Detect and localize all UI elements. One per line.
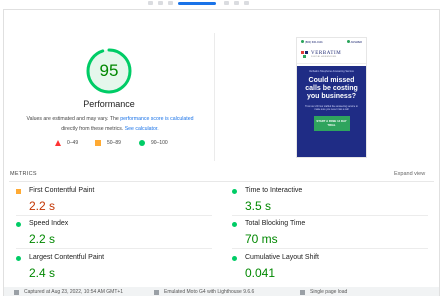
circle-icon [16,256,21,261]
metrics-heading: METRICS [10,171,37,177]
legend-range: 90–100 [151,140,168,146]
metric-value: 2.2 s [29,232,56,246]
metric-name: Cumulative Layout Shift [245,254,319,261]
metric-name: First Contentful Paint [29,187,95,194]
square-icon [95,140,101,146]
legend-fail: 0–49 [55,139,78,147]
legend-range: 50–89 [107,140,121,146]
tab-dot[interactable] [244,1,249,5]
square-icon [16,189,21,194]
tab-dot[interactable] [234,1,239,5]
performance-title: Performance [83,99,135,109]
score-note: Values are estimated and may vary. The p… [14,114,206,134]
run-info-footer: Captured at Aug 23, 2022, 10:54 AM GMT+1… [4,287,439,296]
hero-headline: Could missed calls be costing you busine… [305,77,358,101]
expand-view-toggle[interactable]: Expand view [394,171,425,177]
tab-dot[interactable] [168,1,173,5]
triangle-icon [55,140,61,146]
metric-divider [16,215,212,216]
metric-cumulative-layout-shift: Cumulative Layout Shift 0.041 [232,254,432,286]
clock-icon [300,289,305,295]
phone-icon [346,40,350,43]
device-icon [154,289,159,295]
metric-value: 70 ms [245,232,278,246]
note-text: Values are estimated and may vary. The [26,116,119,122]
metric-divider [232,248,428,249]
final-screenshot[interactable]: (800) 600-0101 ANSWER VERBATIM DIGITAL A… [297,38,366,157]
circle-icon [16,222,21,227]
metric-name: Largest Contentful Paint [29,254,105,261]
metric-value: 0.041 [245,266,276,280]
emulated-device: Emulated Moto G4 with Lighthouse 9.6.6 [154,289,254,295]
note-text: directly from these metrics. [61,126,124,132]
hero-body: Trust our 24 hour staffed live answering… [305,104,358,112]
metric-largest-contentful-paint: Largest Contentful Paint 2.4 s [16,254,216,286]
circle-icon [139,140,145,146]
circle-icon [232,222,237,227]
metric-name: Speed Index [29,220,69,227]
captured-at: Captured at Aug 23, 2022, 10:54 AM GMT+1 [14,289,123,295]
screenshot-logo: VERBATIM DIGITAL ANSWERING [297,46,366,64]
performance-gauge: 95 [85,47,133,95]
brand-tagline: DIGITAL ANSWERING [311,56,337,58]
circle-icon [232,189,237,194]
captured-at-text: Captured at Aug 23, 2022, 10:54 AM GMT+1 [24,289,124,295]
metric-value: 2.4 s [29,266,56,280]
tab-dot[interactable] [224,1,229,5]
legend-range: 0–49 [67,140,79,146]
emulated-device-text: Emulated Moto G4 with Lighthouse 9.6.6 [164,289,255,295]
vertical-divider [214,33,215,161]
performance-card [3,9,440,296]
metric-value: 2.2 s [29,199,56,213]
screenshot-topbar: (800) 600-0101 ANSWER [297,38,366,46]
screenshot-hero: Verbatim Telephone Answering Service Cou… [297,66,366,157]
tab-dot[interactable] [148,1,153,5]
score-calculation-link[interactable]: performance score is calculated [120,116,193,122]
logo-icon [301,51,308,58]
phone-number: (800) 600-0101 [301,40,323,44]
metrics-divider [9,181,434,182]
legend-average: 50–89 [95,139,121,147]
tab-dot[interactable] [158,1,163,5]
phone-icon [301,40,304,43]
tab-performance-active[interactable] [178,2,216,5]
calendar-icon [14,289,19,295]
page-load-text: Single page load [310,289,348,295]
page-load-mode: Single page load [300,289,347,295]
metric-divider [16,248,212,249]
answer-link: ANSWER [346,40,362,44]
metric-divider [232,215,428,216]
metric-name: Total Blocking Time [245,220,306,227]
report-tabs [0,0,443,8]
performance-score: 95 [99,61,119,80]
metric-value: 3.5 s [245,199,272,213]
legend-pass: 90–100 [139,139,168,147]
circle-icon [232,256,237,261]
hero-strip: Verbatim Telephone Answering Service [309,70,354,73]
see-calculator-link[interactable]: See calculator. [125,126,159,132]
hero-cta: START A FREE 14 DAY TRIAL [313,116,350,132]
metric-name: Time to Interactive [245,187,303,194]
